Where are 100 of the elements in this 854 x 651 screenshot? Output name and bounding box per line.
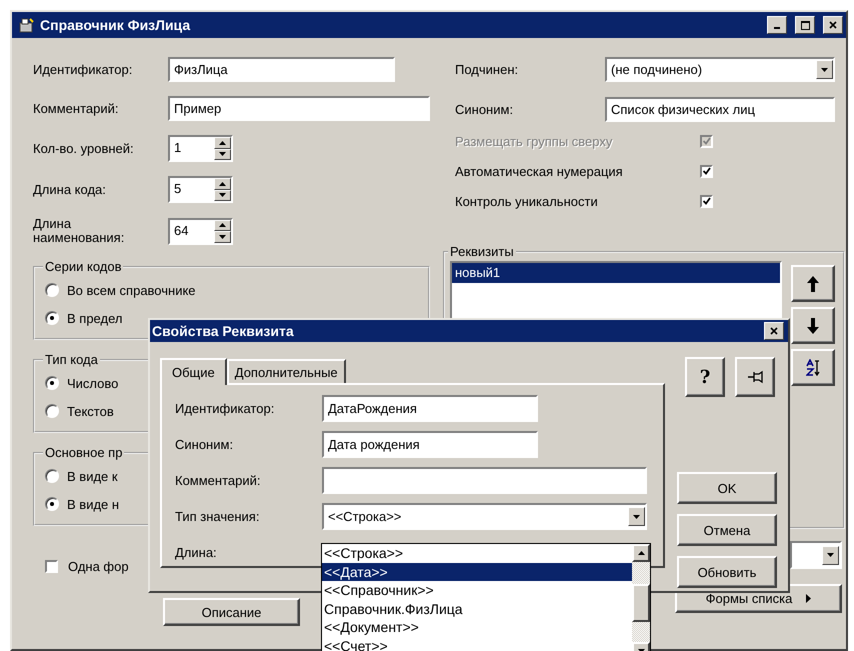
dropdown-item[interactable]: Справочник.ФизЛица [322,600,632,618]
move-up-button[interactable] [791,265,835,302]
arrow-down-icon [807,318,819,334]
help-button[interactable]: ? [685,357,725,397]
description-button[interactable]: Описание [163,598,300,626]
caret-icon [806,594,812,603]
sort-icon [806,359,820,376]
spin-field[interactable]: 1 [168,135,233,162]
radio-label: Во всем справочнике [67,282,196,298]
dropdown-item[interactable]: <<Справочник>> [322,581,632,600]
dialog-title: Свойства Реквизита [152,323,295,339]
dropdown-field[interactable] [790,541,842,569]
input-field[interactable]: Дата рождения [322,431,538,458]
radio-label: В предел [67,310,122,326]
scroll-thumb[interactable] [632,584,650,622]
input-field[interactable]: Список физических лиц [605,97,835,122]
checkbox[interactable] [700,194,713,208]
dropdown-item[interactable]: <<Строка>> [322,544,632,562]
radio-button[interactable] [45,404,59,418]
field-label: Синоним: [175,437,234,452]
tab[interactable]: Общие [160,358,227,385]
radio-label: В виде к [67,468,118,484]
maximize-button[interactable] [795,16,815,34]
radio-label: Текстов [67,404,114,418]
input-field[interactable] [322,467,647,494]
dialog-button[interactable]: Обновить [677,556,777,588]
arrow-up-icon [807,276,819,292]
radio-button[interactable] [45,376,59,390]
input-field[interactable]: ФизЛица [168,57,395,82]
field-label: Синоним: [455,102,514,117]
dialog-button[interactable]: OK [677,472,777,504]
field-label: Подчинен: [455,62,520,77]
dropdown-item[interactable]: <<Документ>> [322,618,632,636]
dropdown-button[interactable] [822,546,839,564]
field-label: Комментарий: [175,473,262,488]
dialog-button[interactable]: Отмена [677,514,777,546]
close-icon [770,327,778,335]
dropdown-field[interactable]: <<Строка>> [322,503,647,530]
sort-button[interactable] [791,349,835,386]
input-field[interactable]: ДатаРождения [322,395,538,422]
checkbox-label: Размещать группы сверху [455,134,614,148]
close-button[interactable] [764,322,784,340]
dropdown-item[interactable]: <<Дата>> [322,562,632,581]
maximize-icon [800,20,810,30]
field-value: 5 [173,180,182,198]
spin-field[interactable]: 64 [168,218,233,244]
spin-up-button[interactable] [214,137,231,148]
field-label: Длина наименования: [33,217,126,245]
field-label: Идентификатор: [33,62,134,76]
field-label: Длина кода: [33,182,107,196]
radio-label: В виде н [67,496,120,512]
radio-button[interactable] [45,497,59,511]
scrollbar[interactable] [632,544,650,651]
scroll-up-button[interactable] [632,544,650,562]
radio-button[interactable] [45,311,59,325]
caret-icon [638,551,644,555]
list-item[interactable]: новый1 [452,263,780,283]
check-icon [702,197,710,205]
check-icon [702,137,710,145]
radio-label: Числово [67,376,118,390]
dropdown-field[interactable]: (не подчинено) [605,57,835,82]
pin-icon [748,369,762,385]
input-field[interactable]: Пример [168,96,430,121]
close-button[interactable] [823,16,843,34]
tab[interactable]: Дополнительные [226,359,346,383]
caret-icon [633,514,640,518]
checkbox-label: Автоматическая нумерация [455,164,624,178]
checkbox-label: Контроль уникальности [455,194,599,208]
caret-icon [821,68,828,72]
field-value: 1 [173,139,182,157]
move-down-button[interactable] [791,307,835,344]
checkbox[interactable] [45,560,58,572]
field-value: (не подчинено) [611,62,702,77]
dropdown-button[interactable] [628,507,645,526]
app-icon [18,17,34,33]
spin-down-button[interactable] [214,148,231,160]
minimize-button[interactable] [767,16,787,34]
radio-button[interactable] [45,469,59,483]
field-label: Кол-во. уровней: [33,142,135,156]
window-title: Справочник ФизЛица [40,17,192,33]
spin-down-button[interactable] [214,190,231,201]
checkbox-label: Одна фор [68,558,129,574]
spin-field[interactable]: 5 [168,176,233,203]
spin-up-button[interactable] [214,178,231,190]
radio-button[interactable] [45,283,59,297]
spin-up-button[interactable] [214,220,231,231]
field-label: Идентификатор: [175,401,276,416]
group-title: Тип кода [44,352,99,367]
field-label: Длина: [175,545,218,560]
check-icon [702,167,710,175]
spin-down-button[interactable] [214,231,231,242]
group-title: Реквизиты [449,244,515,259]
checkbox[interactable] [700,164,713,178]
field-label: Комментарий: [33,102,120,116]
dropdown-item[interactable]: <<Счет>> [322,636,632,651]
field-value: 64 [173,222,190,240]
group-title: Серии кодов [44,259,122,274]
pin-button[interactable] [735,357,775,397]
group-title: Основное пр [44,445,124,460]
dropdown-button[interactable] [816,60,833,79]
